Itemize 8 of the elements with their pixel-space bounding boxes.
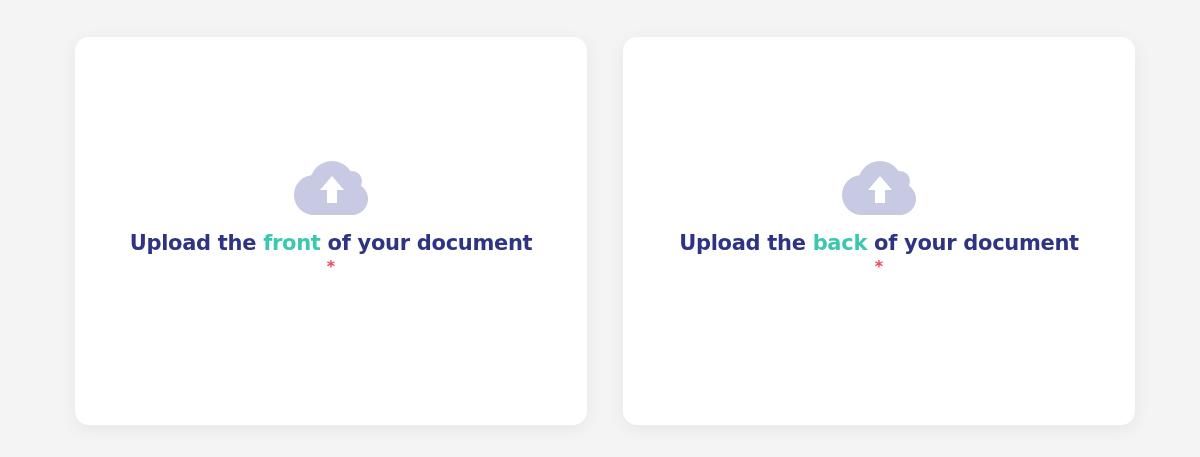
upload-title: Upload the back of your document — [679, 231, 1079, 255]
required-mark: * — [326, 259, 336, 275]
upload-title: Upload the front of your document — [129, 231, 533, 255]
required-mark: * — [874, 259, 884, 275]
cloud-upload-icon — [292, 159, 370, 217]
upload-card[interactable]: Upload the back of your document * — [623, 37, 1135, 425]
upload-card[interactable]: Upload the front of your document * — [75, 37, 587, 425]
cloud-upload-icon — [840, 159, 918, 217]
